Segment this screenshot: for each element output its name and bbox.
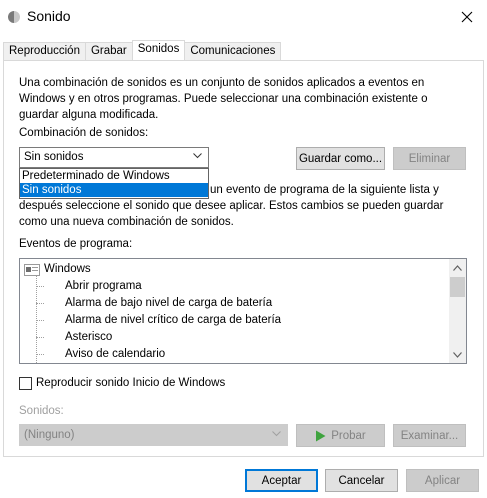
chevron-down-icon (193, 153, 202, 159)
sounds-select[interactable]: (Ninguno) (19, 424, 288, 446)
description-line-3: guardar alguna modificada. (19, 109, 159, 121)
tab-comunicaciones[interactable]: Comunicaciones (184, 42, 282, 60)
tree-dash (36, 337, 44, 338)
instructions-line-1: un evento de programa de la siguiente li… (210, 184, 439, 196)
event-item-label: Aviso de calendario (65, 348, 166, 360)
scroll-thumb[interactable] (450, 277, 465, 297)
scheme-option-none[interactable]: Sin sonidos (20, 183, 208, 197)
tree-dash (36, 303, 44, 304)
tab-sonidos[interactable]: Sonidos (131, 40, 186, 60)
play-icon (316, 430, 326, 441)
description-line-1: Una combinación de sonidos es un conjunt… (19, 77, 425, 89)
startup-sound-checkbox[interactable] (19, 377, 32, 390)
speaker-icon (8, 11, 20, 23)
event-item[interactable]: Alarma de nivel crítico de carga de bate… (20, 312, 440, 329)
program-events-list[interactable]: Windows Abrir programa Alarma de bajo ni… (19, 258, 467, 364)
description-line-2: Windows y en otros programas. Puede sele… (19, 93, 428, 105)
event-item[interactable]: Alarma de bajo nivel de carga de batería (20, 295, 440, 312)
events-scrollbar[interactable] (449, 259, 466, 363)
scheme-label: Combinación de sonidos: (19, 127, 149, 139)
tab-strip: Reproducción Grabar Sonidos Comunicacion… (3, 40, 282, 60)
event-item-label: Alarma de nivel crítico de carga de bate… (65, 314, 282, 326)
window-title: Sonido (27, 8, 71, 24)
title-bar: Sonido (0, 0, 487, 34)
event-item-label: Abrir programa (65, 280, 142, 292)
cancel-button[interactable]: Cancelar (325, 469, 398, 492)
chevron-down-icon (272, 431, 281, 437)
scroll-up-button[interactable] (449, 259, 466, 276)
close-icon (461, 11, 473, 23)
save-as-button[interactable]: Guardar como... (296, 147, 385, 170)
scheme-option-default[interactable]: Predeterminado de Windows (20, 169, 208, 183)
event-item[interactable]: Aviso de calendario (20, 346, 440, 363)
tree-dash (36, 320, 44, 321)
scheme-dropdown-list: Predeterminado de Windows Sin sonidos (19, 168, 209, 199)
sounds-selected-value: (Ninguno) (24, 429, 75, 441)
event-item[interactable]: Abrir programa (20, 278, 440, 295)
tree-dash (36, 354, 44, 355)
events-label: Eventos de programa: (19, 238, 133, 250)
scroll-down-icon (453, 351, 462, 358)
startup-sound-label[interactable]: Reproducir sonido Inicio de Windows (36, 377, 225, 389)
delete-button[interactable]: Eliminar (393, 147, 466, 170)
tab-reproduccion[interactable]: Reproducción (3, 42, 86, 60)
windows-folder-icon (24, 264, 40, 276)
event-item[interactable]: Asterisco (20, 329, 440, 346)
apply-button[interactable]: Aplicar (406, 469, 479, 492)
scheme-selected-value: Sin sonidos (24, 151, 84, 163)
browse-button[interactable]: Examinar... (393, 424, 466, 447)
test-button-label: Probar (331, 429, 366, 442)
sounds-label: Sonidos: (19, 405, 64, 417)
tree-dash (36, 286, 44, 287)
instructions-line-3: como una nueva combinación de sonidos. (19, 216, 234, 228)
instructions-line-2: después seleccione el sonido que desee a… (19, 200, 444, 212)
event-item-label: Alarma de bajo nivel de carga de batería (65, 297, 273, 309)
scroll-down-button[interactable] (449, 346, 466, 363)
tab-grabar[interactable]: Grabar (84, 42, 133, 60)
event-item-label: Asterisco (65, 331, 113, 343)
test-button[interactable]: Probar (296, 424, 385, 447)
ok-button[interactable]: Aceptar (245, 469, 318, 492)
scheme-select[interactable]: Sin sonidos (19, 147, 209, 168)
tree-root-label: Windows (44, 263, 91, 275)
scroll-up-icon (453, 264, 462, 271)
close-button[interactable] (452, 4, 482, 30)
